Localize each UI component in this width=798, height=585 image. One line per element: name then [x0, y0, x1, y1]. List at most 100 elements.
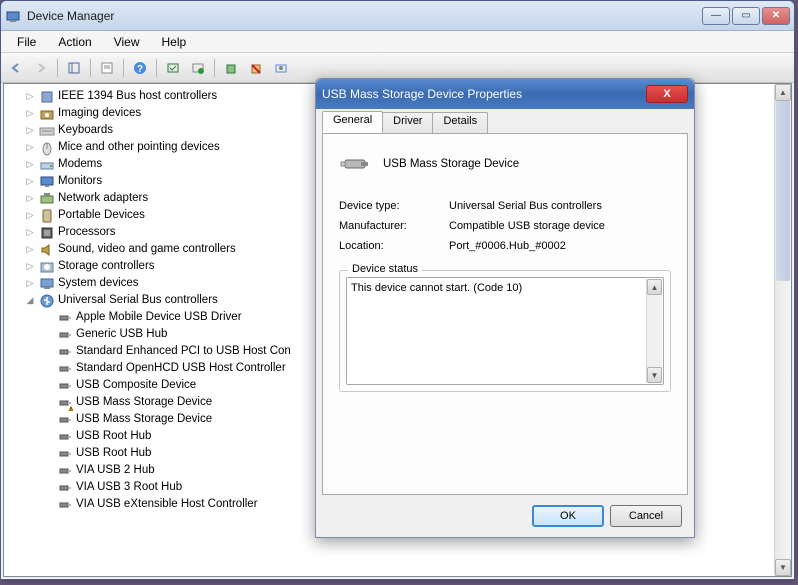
location-value: Port_#0006.Hub_#0002 — [449, 240, 671, 252]
menubar: File Action View Help — [1, 31, 794, 53]
expander-icon[interactable]: ▷ — [24, 258, 36, 275]
usb-plug-icon — [57, 344, 73, 360]
tree-label: IEEE 1394 Bus host controllers — [58, 88, 217, 105]
close-button[interactable]: ✕ — [762, 7, 790, 25]
camera-icon — [39, 106, 55, 122]
usb-plug-icon — [57, 446, 73, 462]
tab-panel-general: USB Mass Storage Device Device type: Uni… — [322, 133, 688, 495]
portable-icon — [39, 208, 55, 224]
maximize-button[interactable]: ▭ — [732, 7, 760, 25]
tree-label: USB Root Hub — [76, 445, 151, 462]
dialog-titlebar[interactable]: USB Mass Storage Device Properties X — [316, 79, 694, 109]
expander-icon[interactable]: ▷ — [24, 122, 36, 139]
device-type-label: Device type: — [339, 200, 449, 212]
scroll-up-button[interactable]: ▲ — [775, 84, 791, 101]
tab-general[interactable]: General — [322, 111, 383, 133]
scroll-down-button[interactable]: ▼ — [775, 559, 791, 576]
expander-icon[interactable]: ▷ — [24, 224, 36, 241]
manufacturer-value: Compatible USB storage device — [449, 220, 671, 232]
status-scroll-down[interactable]: ▼ — [647, 367, 662, 383]
usb-plug-icon — [57, 378, 73, 394]
tree-label: USB Mass Storage Device — [76, 394, 212, 411]
usb-plug-icon — [57, 327, 73, 343]
usb-plug-icon — [57, 463, 73, 479]
tree-label: System devices — [58, 275, 139, 292]
tree-label: Processors — [58, 224, 116, 241]
vertical-scrollbar[interactable]: ▲ ▼ — [774, 84, 791, 576]
menu-action[interactable]: Action — [48, 33, 101, 51]
device-status-textarea[interactable]: This device cannot start. (Code 10) ▲ ▼ — [346, 277, 664, 385]
modem-icon — [39, 157, 55, 173]
tree-label: Imaging devices — [58, 105, 141, 122]
expander-icon[interactable]: ▷ — [24, 241, 36, 258]
usb-device-icon — [339, 148, 371, 180]
net-icon — [39, 191, 55, 207]
expander-icon[interactable]: ◢ — [24, 292, 36, 309]
tree-label: Network adapters — [58, 190, 148, 207]
tree-label: VIA USB 3 Root Hub — [76, 479, 182, 496]
dialog-close-button[interactable]: X — [646, 85, 688, 103]
tab-driver[interactable]: Driver — [382, 112, 433, 134]
tree-label: USB Root Hub — [76, 428, 151, 445]
tree-label: USB Composite Device — [76, 377, 196, 394]
status-scrollbar[interactable]: ▲ ▼ — [646, 279, 662, 383]
toolbar-separator — [123, 59, 124, 77]
usb-plug-icon: ! — [57, 395, 73, 411]
toolbar-separator — [90, 59, 91, 77]
sound-icon — [39, 242, 55, 258]
tab-details[interactable]: Details — [432, 112, 488, 134]
forward-button[interactable] — [30, 57, 52, 79]
usb-icon — [39, 293, 55, 309]
expander-icon[interactable]: ▷ — [24, 190, 36, 207]
usb-plug-icon — [57, 497, 73, 513]
scroll-thumb[interactable] — [776, 101, 790, 281]
expander-icon[interactable]: ▷ — [24, 88, 36, 105]
expander-icon[interactable]: ▷ — [24, 105, 36, 122]
svg-text:!: ! — [70, 407, 71, 411]
toolbar-separator — [214, 59, 215, 77]
minimize-button[interactable]: — — [702, 7, 730, 25]
usb-plug-icon — [57, 361, 73, 377]
help-button[interactable]: ? — [129, 57, 151, 79]
expander-icon[interactable]: ▷ — [24, 173, 36, 190]
update-driver-button[interactable] — [187, 57, 209, 79]
status-scroll-up[interactable]: ▲ — [647, 279, 662, 295]
expander-icon[interactable]: ▷ — [24, 207, 36, 224]
chip-icon — [39, 89, 55, 105]
enable-button[interactable] — [220, 57, 242, 79]
scan-hardware-button[interactable] — [270, 57, 292, 79]
show-hide-tree-button[interactable] — [63, 57, 85, 79]
device-status-label: Device status — [348, 263, 422, 275]
expander-icon[interactable]: ▷ — [24, 275, 36, 292]
app-icon — [5, 8, 21, 24]
menu-file[interactable]: File — [7, 33, 46, 51]
mouse-icon — [39, 140, 55, 156]
uninstall-button[interactable] — [245, 57, 267, 79]
expander-icon[interactable]: ▷ — [24, 156, 36, 173]
cancel-button[interactable]: Cancel — [610, 505, 682, 527]
tree-label: Standard Enhanced PCI to USB Host Con — [76, 343, 291, 360]
svg-text:?: ? — [137, 64, 143, 75]
titlebar[interactable]: Device Manager — ▭ ✕ — [1, 1, 794, 31]
properties-button[interactable] — [96, 57, 118, 79]
expander-icon[interactable]: ▷ — [24, 139, 36, 156]
location-label: Location: — [339, 240, 449, 252]
scan-button[interactable] — [162, 57, 184, 79]
menu-view[interactable]: View — [104, 33, 150, 51]
usb-plug-icon — [57, 310, 73, 326]
monitor-icon — [39, 174, 55, 190]
menu-help[interactable]: Help — [152, 33, 197, 51]
usb-plug-icon — [57, 429, 73, 445]
toolbar-separator — [57, 59, 58, 77]
tree-label: USB Mass Storage Device — [76, 411, 212, 428]
back-button[interactable] — [5, 57, 27, 79]
tree-label: Keyboards — [58, 122, 113, 139]
toolbar-separator — [156, 59, 157, 77]
dialog-title: USB Mass Storage Device Properties — [322, 87, 646, 101]
usb-plug-icon — [57, 412, 73, 428]
ok-button[interactable]: OK — [532, 505, 604, 527]
properties-dialog: USB Mass Storage Device Properties X Gen… — [315, 78, 695, 538]
keyboard-icon — [39, 123, 55, 139]
tree-label: Mice and other pointing devices — [58, 139, 220, 156]
tree-label: Portable Devices — [58, 207, 145, 224]
